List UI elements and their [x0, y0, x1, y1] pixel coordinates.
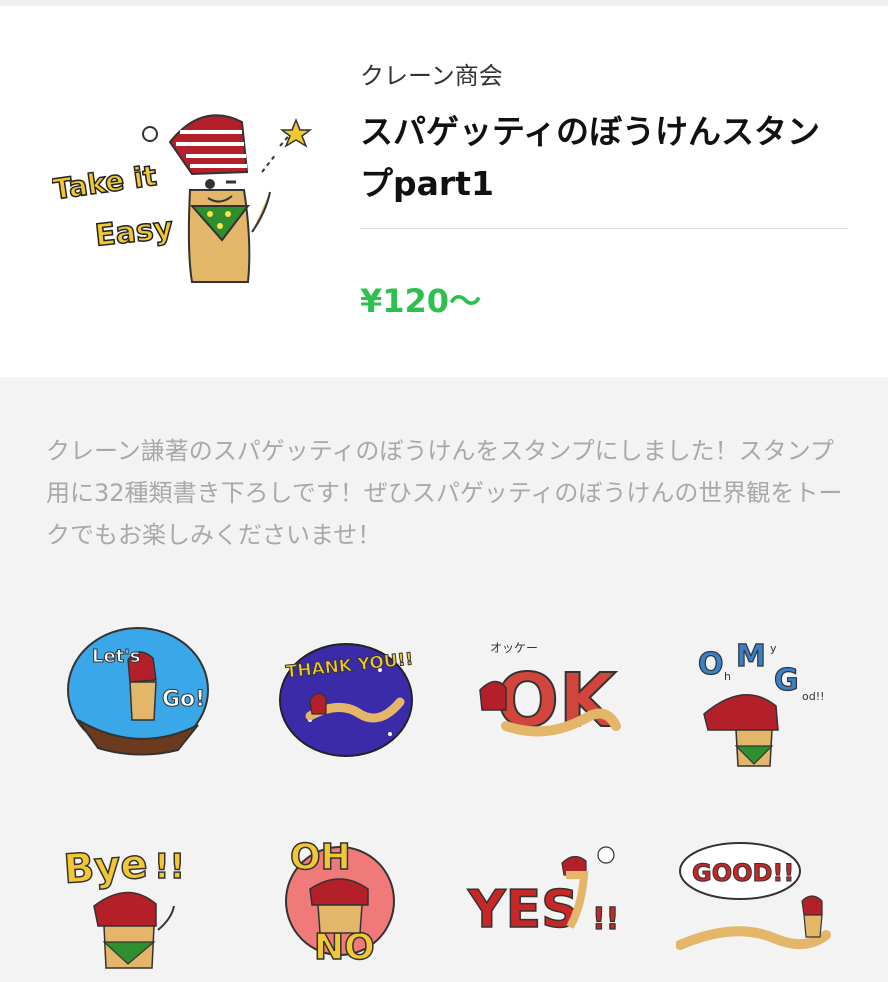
sticker-6-text-a: OH	[290, 837, 351, 878]
sticker-7-text-b: !!	[592, 902, 619, 937]
sticker-4-text-o: O	[698, 647, 724, 682]
main-sticker-lettering-1: Take it	[52, 159, 159, 206]
sticker-5-text-a: Bye	[62, 841, 149, 893]
sticker-1-text-b: Go!	[162, 687, 205, 712]
sticker-good[interactable]: GOOD!!	[675, 835, 836, 975]
sticker-8-text: GOOD!!	[692, 859, 794, 887]
sticker-ok[interactable]: オッケー OK	[466, 630, 626, 770]
sticker-4-text-h: h	[724, 670, 731, 683]
sticker-3-text-a: オッケー	[490, 641, 538, 655]
sticker-yes[interactable]: YES !!	[466, 835, 626, 975]
sticker-4-text-y: y	[770, 642, 777, 655]
sticker-4-text-g: G	[774, 663, 799, 698]
sticker-oh-my-god[interactable]: O h M y G od!!	[684, 630, 844, 770]
sticker-lets-go[interactable]: Let's Go!	[58, 620, 218, 760]
sticker-pack-header: Take it Easy クレーン商会 スパゲッティのぼうけんスタンプpart1…	[0, 6, 888, 377]
sticker-5-text-b: !!	[154, 847, 185, 887]
main-sticker-lettering-2: Easy	[93, 211, 175, 254]
sticker-bye[interactable]: Bye !!	[58, 830, 218, 970]
sticker-7-text-a: YES	[467, 880, 579, 940]
main-sticker-image: Take it Easy	[50, 102, 313, 292]
pack-title: スパゲッティのぼうけんスタンプpart1	[360, 112, 821, 203]
sticker-thank-you[interactable]: THANK YOU!!	[270, 630, 430, 770]
divider	[360, 228, 848, 229]
price: ¥120～	[360, 282, 482, 320]
sticker-oh-no[interactable]: OH NO	[270, 825, 430, 969]
sticker-4-text-od: od!!	[802, 690, 825, 703]
sticker-4-text-m: M	[736, 639, 766, 674]
sticker-1-text-a: Let's	[92, 646, 141, 667]
author-name[interactable]: クレーン商会	[360, 56, 503, 91]
pack-description: クレーン謙著のスパゲッティのぼうけんをスタンプにしました！スタンプ用に32種類書…	[46, 437, 843, 549]
